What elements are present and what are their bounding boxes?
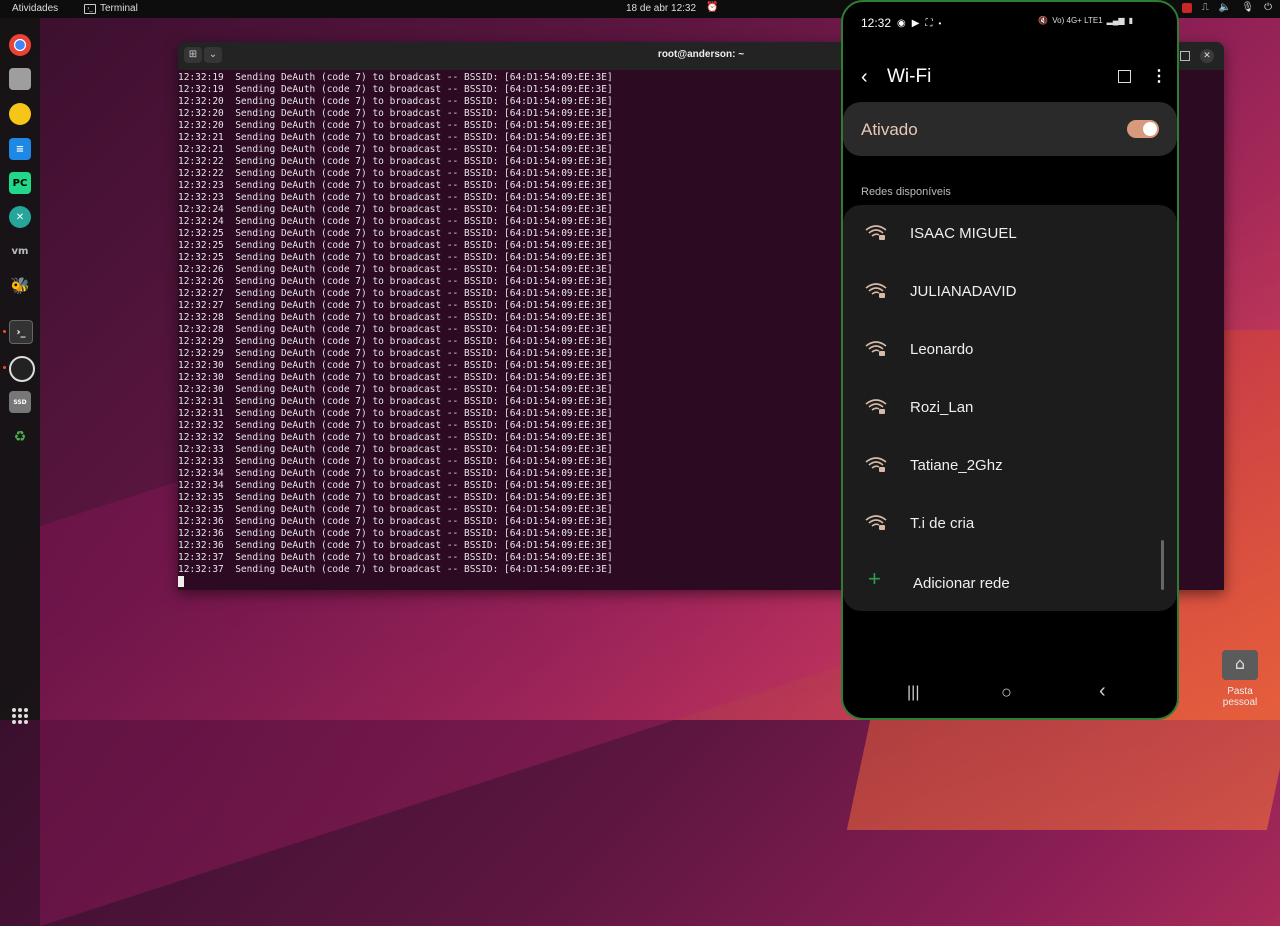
app-icon[interactable]: ✕: [9, 206, 31, 228]
signal-icon: ▂▄▆: [1106, 16, 1125, 25]
wifi-lock-icon: [865, 515, 887, 530]
trash-icon[interactable]: ♻: [9, 426, 31, 448]
status-icons: 🔇 Vo) 4G+ LTE1 ▂▄▆ ▮: [1038, 16, 1133, 25]
wifi-lock-icon: [865, 399, 887, 414]
mute-icon: 🔇: [1038, 16, 1049, 25]
battery-icon: ▮: [1128, 16, 1133, 25]
home-folder[interactable]: Pasta pessoal: [1210, 650, 1270, 708]
home-icon[interactable]: ○: [1001, 682, 1012, 703]
page-title: Wi-Fi: [887, 66, 932, 87]
scrollbar[interactable]: [1161, 540, 1164, 590]
network-name: ISAAC MIGUEL: [910, 225, 1017, 242]
phone-nav-bar: ||| ○ ‹: [843, 680, 1177, 708]
network-item[interactable]: Tatiane_2Ghz: [843, 437, 1177, 495]
close-button[interactable]: ✕: [1200, 49, 1214, 63]
recent-apps-icon[interactable]: |||: [907, 684, 919, 702]
volume-icon: 🔈: [1218, 2, 1232, 13]
alarm-icon: ⏰: [706, 2, 719, 13]
network-list: ISAAC MIGUEL JULIANADAVID Leonardo Rozi_…: [843, 205, 1177, 611]
obs-icon[interactable]: [9, 356, 35, 382]
running-indicator: [3, 366, 6, 369]
system-tray[interactable]: ⎍ 🔈 🎙 ⏻: [1181, 2, 1272, 13]
wifi-toggle-row[interactable]: Ativado: [843, 102, 1177, 156]
dock: ≡ PC ✕ vm 🐝 ›_ SSD ♻: [0, 18, 40, 724]
whatsapp-icon: ◉: [897, 17, 906, 29]
recording-icon[interactable]: [1181, 2, 1192, 13]
app-menu[interactable]: ›_ Terminal: [84, 3, 138, 14]
writer-icon[interactable]: ≡: [9, 138, 31, 160]
more-options-icon[interactable]: ⋮: [1151, 66, 1167, 86]
phone-screen: 12:32 ◉ ▶ ⛶ • 🔇 Vo) 4G+ LTE1 ▂▄▆ ▮ ‹ Wi-…: [841, 0, 1179, 720]
wifi-lock-icon: [865, 341, 887, 356]
terminal-dock-icon[interactable]: ›_: [9, 320, 33, 344]
status-bar: 12:32 ◉ ▶ ⛶ •: [861, 16, 941, 30]
home-folder-label: Pasta pessoal: [1222, 686, 1258, 708]
plus-icon[interactable]: +: [868, 566, 881, 592]
network-name: Tatiane_2Ghz: [910, 457, 1003, 474]
app-name: Terminal: [100, 3, 138, 14]
rhythmbox-icon[interactable]: [9, 103, 31, 125]
network-name: Rozi_Lan: [910, 399, 974, 416]
toggle-knob: [1143, 122, 1157, 136]
network-item[interactable]: Leonardo: [843, 321, 1177, 379]
network-item[interactable]: T.i de cria: [843, 495, 1177, 553]
network-name: Leonardo: [910, 341, 974, 358]
toggle-label: Ativado: [861, 120, 918, 139]
status-time: 12:32: [861, 16, 892, 30]
vmware-icon[interactable]: vm: [9, 240, 31, 262]
cursor: [178, 576, 184, 587]
network-item[interactable]: JULIANADAVID: [843, 263, 1177, 321]
network-type: Vo) 4G+ LTE1: [1052, 16, 1103, 25]
network-item[interactable]: Rozi_Lan: [843, 379, 1177, 437]
software-icon[interactable]: 🐝: [9, 274, 31, 296]
network-name: JULIANADAVID: [910, 283, 1017, 300]
power-icon: ⏻: [1264, 2, 1272, 13]
screen-record-icon: ⛶: [925, 17, 933, 29]
wifi-lock-icon: [865, 457, 887, 472]
network-icon: ⎍: [1201, 2, 1209, 13]
running-indicator: [3, 330, 6, 333]
terminal-icon: ›_: [84, 3, 96, 14]
files-icon[interactable]: [9, 68, 31, 90]
mic-icon: 🎙: [1241, 2, 1255, 13]
home-folder-icon: [1222, 650, 1258, 680]
chrome-icon[interactable]: [9, 34, 31, 56]
wifi-lock-icon: [865, 225, 887, 240]
network-name: T.i de cria: [910, 515, 975, 532]
network-item[interactable]: ISAAC MIGUEL: [843, 205, 1177, 263]
add-network-button[interactable]: Adicionar rede: [913, 575, 1010, 592]
pycharm-icon[interactable]: PC: [9, 172, 31, 194]
section-label: Redes disponíveis: [861, 186, 951, 198]
dot-icon: •: [938, 18, 942, 28]
back-nav-icon[interactable]: ‹: [1099, 680, 1106, 703]
drive-icon[interactable]: SSD: [9, 391, 31, 413]
wifi-lock-icon: [865, 283, 887, 298]
activities-button[interactable]: Atividades: [12, 3, 58, 14]
maximize-button[interactable]: [1180, 51, 1190, 61]
show-apps-icon[interactable]: [12, 708, 28, 724]
wifi-toggle[interactable]: [1127, 120, 1159, 138]
clock[interactable]: 18 de abr 12:32: [626, 3, 696, 14]
back-icon[interactable]: ‹: [861, 66, 868, 89]
youtube-icon: ▶: [911, 17, 920, 29]
qr-scan-icon[interactable]: [1118, 70, 1131, 83]
